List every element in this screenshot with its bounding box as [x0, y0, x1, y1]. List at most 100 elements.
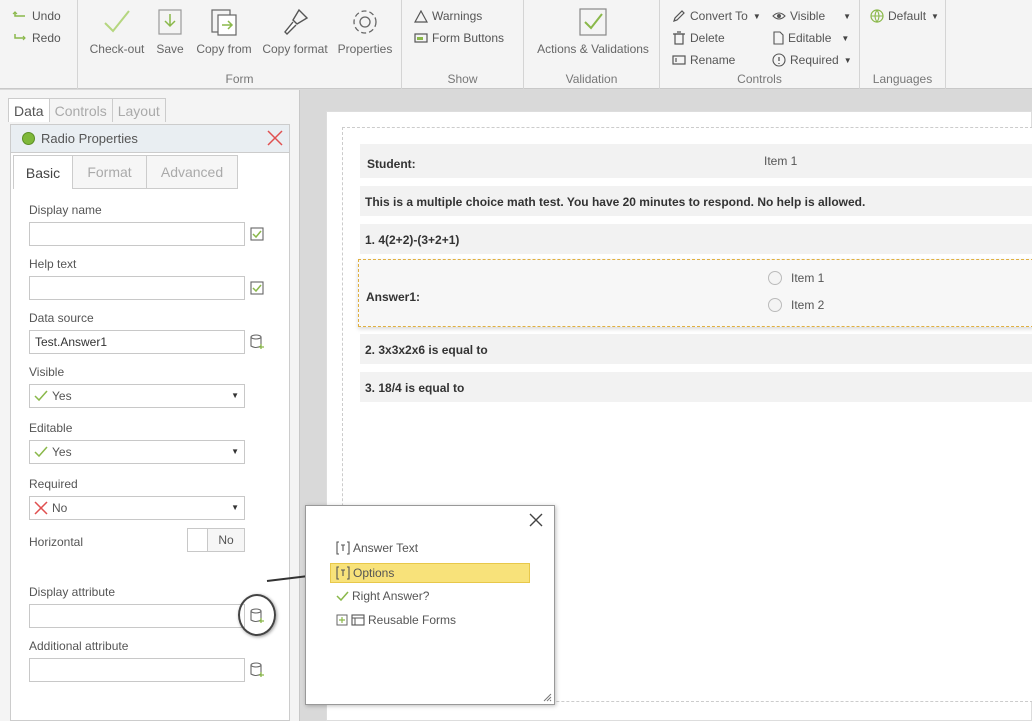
save-button[interactable]: Save: [153, 6, 187, 56]
convert-to-button[interactable]: Convert To ▼: [672, 9, 761, 23]
delete-button[interactable]: Delete: [672, 31, 725, 45]
checkmark-icon: [336, 591, 349, 601]
database-icon[interactable]: [249, 334, 265, 350]
editable-button[interactable]: Editable ▼: [772, 31, 849, 45]
undo-icon: [12, 11, 25, 17]
info-circle-icon: [772, 53, 786, 67]
question-2-row[interactable]: 2. 3x3x2x6 is equal to: [360, 334, 1032, 364]
undo-label: Undo: [32, 9, 61, 23]
question-1-text: 1. 4(2+2)-(3+2+1): [365, 233, 460, 247]
question-1-row[interactable]: 1. 4(2+2)-(3+2+1): [360, 224, 1032, 254]
question-3-row[interactable]: 3. 18/4 is equal to: [360, 372, 1032, 402]
tab-advanced[interactable]: Advanced: [146, 155, 238, 189]
radio-option-label: Item 2: [791, 298, 825, 312]
rename-label: Rename: [690, 53, 736, 67]
popup-item-label: Reusable Forms: [368, 613, 457, 627]
checkbox-icon[interactable]: [249, 280, 265, 296]
actions-validations-label: Actions & Validations: [537, 42, 649, 56]
tab-data[interactable]: Data: [8, 98, 50, 122]
actions-validations-button[interactable]: Actions & Validations: [532, 6, 654, 56]
tab-format[interactable]: Format: [72, 155, 147, 189]
close-icon[interactable]: [528, 512, 544, 528]
radio-option-2[interactable]: Item 2: [768, 298, 824, 312]
data-source-field[interactable]: Test.Answer1: [29, 330, 245, 354]
popup-item-label: Options: [353, 566, 395, 580]
expand-icon[interactable]: [336, 614, 348, 626]
paintbrush-icon: [284, 8, 309, 35]
languages-group-label: Languages: [872, 72, 933, 86]
required-label: Required: [790, 53, 839, 67]
chevron-down-icon: ▼: [231, 447, 239, 456]
popup-item-answer-text[interactable]: Answer Text: [336, 541, 418, 555]
radio-option-label: Item 1: [791, 271, 825, 285]
field-icon: [336, 566, 350, 580]
edit-doc-icon: [773, 31, 784, 45]
required-button[interactable]: Required ▼: [772, 53, 852, 67]
help-text-field[interactable]: [29, 276, 245, 300]
intro-row[interactable]: This is a multiple choice math test. You…: [360, 186, 1032, 216]
show-group-label: Show: [447, 72, 478, 86]
editable-label: Editable: [29, 421, 73, 435]
chevron-down-icon: ▼: [931, 11, 939, 21]
checkout-button[interactable]: Check-out: [88, 6, 146, 56]
question-2-text: 2. 3x3x2x6 is equal to: [365, 343, 488, 357]
required-value: No: [52, 501, 68, 515]
close-icon[interactable]: [265, 128, 285, 148]
convert-to-label: Convert To: [690, 9, 748, 23]
visible-select[interactable]: Yes ▼: [29, 384, 245, 408]
undo-button[interactable]: Undo: [12, 9, 61, 23]
form-group: Check-out Save Copy from Copy format Pro…: [78, 0, 402, 89]
controls-group-label: Controls: [737, 72, 782, 86]
properties-label: Properties: [337, 42, 393, 56]
chevron-down-icon: ▼: [752, 11, 761, 21]
globe-icon: [870, 9, 884, 23]
popup-item-options[interactable]: Options: [330, 563, 530, 583]
database-icon[interactable]: [249, 662, 265, 678]
required-select[interactable]: No ▼: [29, 496, 245, 520]
horizontal-toggle[interactable]: No: [187, 528, 245, 552]
language-label: Default: [888, 9, 927, 23]
display-attribute-field[interactable]: [29, 604, 245, 628]
copy-from-button[interactable]: Copy from: [194, 6, 254, 56]
popup-item-label: Answer Text: [353, 541, 419, 555]
data-source-popup: Answer Text Options Right Answer? Reusab…: [305, 505, 555, 705]
form-buttons-label: Form Buttons: [432, 31, 505, 45]
language-dropdown[interactable]: Default ▼: [870, 9, 939, 23]
save-icon: [158, 9, 182, 35]
field-icon: [336, 541, 350, 555]
form-buttons-button[interactable]: Form Buttons: [414, 31, 504, 45]
tab-layout[interactable]: Layout: [111, 98, 166, 122]
resize-grip-icon[interactable]: [542, 692, 552, 702]
required-label: Required: [29, 477, 78, 491]
tab-basic[interactable]: Basic: [13, 155, 73, 189]
tab-controls[interactable]: Controls: [48, 98, 113, 122]
save-label: Save: [156, 42, 184, 56]
property-subtabs: Basic Format Advanced: [13, 155, 238, 189]
answer1-radio-row[interactable]: Answer1: Item 1 Item 2: [358, 259, 1032, 327]
checkbox-icon[interactable]: [249, 226, 265, 242]
popup-item-right-answer[interactable]: Right Answer?: [336, 589, 429, 603]
visible-button[interactable]: Visible ▼: [772, 9, 851, 23]
display-name-field[interactable]: [29, 222, 245, 246]
warnings-button[interactable]: Warnings: [414, 9, 482, 23]
chevron-down-icon: ▼: [843, 55, 852, 65]
rename-button[interactable]: Rename: [672, 53, 735, 67]
eye-icon: [772, 12, 786, 20]
student-item: Item 1: [764, 154, 798, 168]
visible-label: Visible: [29, 365, 65, 379]
editable-select[interactable]: Yes ▼: [29, 440, 245, 464]
radio-circle[interactable]: [768, 271, 782, 285]
student-row[interactable]: Student: Item 1: [360, 144, 1032, 178]
popup-item-reusable-forms[interactable]: Reusable Forms: [336, 613, 456, 627]
left-pane: Data Controls Layout Radio Properties Ba…: [0, 90, 300, 721]
radio-circle[interactable]: [768, 298, 782, 312]
gear-icon: [353, 10, 377, 34]
radio-option-1[interactable]: Item 1: [768, 271, 824, 285]
copy-format-button[interactable]: Copy format: [260, 6, 330, 56]
languages-group: Default ▼ Languages: [860, 0, 946, 89]
warnings-label: Warnings: [432, 9, 483, 23]
properties-button[interactable]: Properties: [336, 6, 394, 56]
x-mark-icon: [34, 501, 48, 515]
redo-button[interactable]: Redo: [12, 31, 61, 45]
additional-attribute-field[interactable]: [29, 658, 245, 682]
